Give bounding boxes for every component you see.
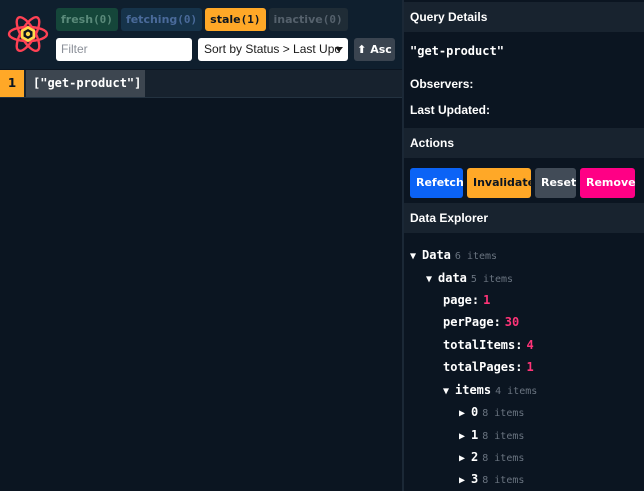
remove-button[interactable]: Remove [580, 168, 636, 198]
tree-count: 6 items [454, 251, 498, 262]
observers-label: Observers: [410, 77, 474, 91]
tree-leaf-perpage: perPage: 30 [443, 313, 519, 331]
tree-count: 8 items [482, 408, 525, 419]
toolbar: fresh(0) fetching(0) stale(1) inactive(0… [0, 0, 402, 69]
fetching-badge: fetching(0) [120, 8, 203, 31]
chevron-down-icon [335, 47, 343, 52]
query-row[interactable]: 1 ["get-product"] [0, 70, 402, 98]
tree-node-data[interactable]: ▼ data 5 items [426, 269, 513, 287]
status-badges: fresh(0) fetching(0) stale(1) inactive(0… [56, 8, 348, 31]
detail-query-key: "get-product" [410, 44, 504, 58]
tree-count: 8 items [482, 475, 525, 486]
tree-leaf-totalpages: totalPages: 1 [443, 358, 534, 376]
tree-key: 3 [471, 472, 479, 486]
reset-button[interactable]: Reset [535, 168, 576, 198]
tree-node-item-3[interactable]: ▶ 3 8 items [459, 470, 524, 488]
collapse-triangle-icon: ▶ [459, 475, 466, 486]
collapse-triangle-icon: ▶ [459, 431, 466, 442]
inactive-label: inactive [273, 13, 323, 26]
invalidate-button[interactable]: Invalidate [467, 168, 535, 198]
tree-node-item-2[interactable]: ▶ 2 8 items [459, 448, 524, 466]
query-details-pane: Query Details "get-product" Observers: L… [404, 0, 644, 491]
last-updated-label: Last Updated: [410, 103, 491, 117]
expand-triangle-icon: ▼ [443, 386, 450, 397]
fresh-badge: fresh(0) [56, 8, 118, 31]
sort-value: Sort by Status > Last Upc [204, 42, 341, 56]
action-buttons: Refetch Invalidate Reset Remove [410, 168, 636, 198]
query-key: ["get-product"] [26, 70, 145, 97]
query-details-header: Query Details [404, 2, 644, 32]
tree-value: 1 [483, 293, 491, 307]
tree-key: page: [443, 293, 480, 307]
observer-count-badge: 1 [0, 70, 24, 97]
tree-node-items[interactable]: ▼ items 4 items [443, 381, 537, 399]
tree-count: 5 items [470, 274, 514, 285]
filter-input[interactable]: Filter [56, 38, 192, 61]
tree-key: items [455, 383, 492, 397]
tree-key: 0 [471, 405, 479, 419]
stale-count: (1) [240, 13, 261, 26]
tree-value: 4 [526, 338, 534, 352]
sort-select[interactable]: Sort by Status > Last Upc [198, 38, 348, 61]
tree-key: data [438, 271, 467, 285]
collapse-triangle-icon: ▶ [459, 453, 466, 464]
sort-direction-button[interactable]: ⬆ Asc [354, 38, 395, 61]
fetching-label: fetching [125, 13, 178, 26]
expand-triangle-icon: ▼ [410, 251, 417, 262]
fresh-label: fresh [61, 13, 94, 26]
tree-node-item-0[interactable]: ▶ 0 8 items [459, 403, 524, 421]
tree-node-data-root[interactable]: ▼ Data 6 items [410, 246, 497, 264]
tree-count: 8 items [482, 453, 525, 464]
data-explorer-header: Data Explorer [404, 203, 644, 233]
tree-leaf-totalitems: totalItems: 4 [443, 336, 534, 354]
collapse-triangle-icon: ▶ [459, 408, 466, 419]
tree-node-item-1[interactable]: ▶ 1 8 items [459, 426, 524, 444]
refetch-button[interactable]: Refetch [410, 168, 464, 198]
inactive-badge: inactive(0) [268, 8, 348, 31]
inactive-count: (0) [322, 13, 343, 26]
tree-key: Data [422, 248, 451, 262]
fetching-count: (0) [177, 13, 198, 26]
query-list-pane: fresh(0) fetching(0) stale(1) inactive(0… [0, 0, 402, 491]
tree-leaf-page: page: 1 [443, 291, 490, 309]
fresh-count: (0) [93, 13, 113, 26]
tree-key: totalPages: [443, 360, 523, 374]
react-query-logo-icon[interactable] [6, 14, 50, 54]
tree-value: 1 [526, 360, 534, 374]
tree-key: totalItems: [443, 338, 523, 352]
tree-key: perPage: [443, 315, 501, 329]
tree-key: 2 [471, 450, 479, 464]
expand-triangle-icon: ▼ [426, 274, 433, 285]
stale-badge: stale(1) [205, 8, 266, 31]
tree-key: 1 [471, 428, 479, 442]
tree-count: 8 items [482, 431, 525, 442]
tree-count: 4 items [495, 386, 538, 397]
actions-header: Actions [404, 128, 644, 158]
tree-value: 30 [504, 315, 520, 329]
stale-label: stale [210, 13, 241, 26]
